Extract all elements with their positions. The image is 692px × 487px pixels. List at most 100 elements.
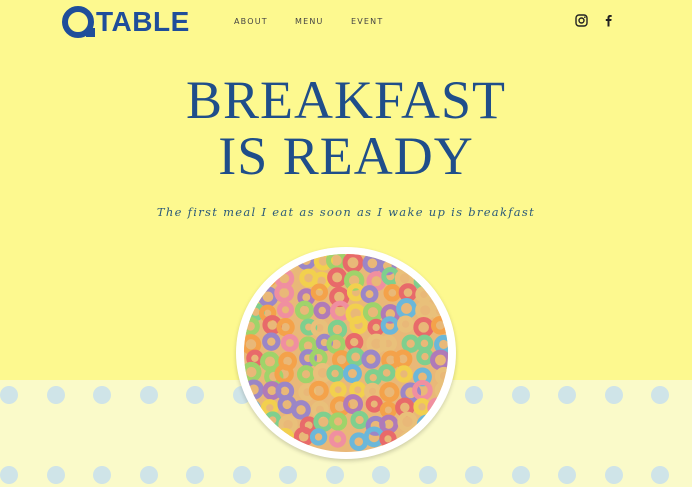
cereal-loop	[328, 430, 347, 448]
polka-dot	[558, 466, 576, 484]
polka-dot	[604, 386, 623, 404]
cereal-contents	[244, 254, 448, 452]
cereal-loop	[244, 287, 264, 307]
cereal-loop	[412, 380, 433, 401]
cereal-loop	[361, 349, 381, 369]
cereal-loop	[346, 283, 366, 302]
cereal-loop	[244, 334, 262, 355]
cereal-loop	[327, 319, 348, 340]
cereal-loop	[276, 318, 295, 337]
cereal-loop	[310, 283, 329, 301]
polka-dot	[93, 466, 111, 484]
cereal-loop	[393, 349, 413, 369]
cereal-loop	[244, 316, 260, 336]
cereal-loop	[329, 381, 347, 399]
social-links	[575, 14, 615, 27]
cereal-loop	[413, 398, 431, 416]
cereal-loop	[398, 254, 417, 271]
polka-dot	[46, 466, 65, 484]
cereal-loop	[326, 254, 347, 271]
cereal-loops	[244, 254, 448, 452]
cereal-bowl-image	[236, 247, 456, 459]
polka-dot	[558, 386, 576, 404]
polka-dot	[511, 466, 530, 484]
cereal-loop	[244, 268, 265, 289]
cereal-loop	[349, 432, 369, 452]
cereal-loop	[379, 414, 399, 434]
cereal-loop	[342, 254, 364, 274]
cereal-loop	[346, 347, 366, 367]
logo[interactable]: TABLE	[61, 4, 190, 40]
cereal-loop	[365, 395, 383, 413]
cereal-loop	[398, 283, 418, 302]
cereal-loop	[381, 266, 400, 286]
cereal-loop	[258, 267, 278, 287]
cereal-loop	[401, 334, 420, 353]
nav-menu[interactable]: MENU	[295, 16, 324, 28]
cereal-loop	[367, 318, 385, 337]
site-header: TABLE ABOUT MENU EVENT	[0, 0, 692, 44]
polka-dot	[46, 386, 65, 404]
cereal-loop	[362, 254, 383, 274]
nav-about[interactable]: ABOUT	[234, 16, 268, 28]
circle-logo-icon	[62, 6, 95, 38]
cereal-loop	[349, 315, 368, 335]
polka-dot	[232, 466, 251, 484]
cereal-loop	[261, 254, 280, 272]
hero-title: BREAKFAST IS READY	[0, 72, 692, 184]
cereal-loop	[362, 302, 384, 323]
cereal-loop	[313, 411, 334, 432]
polka-dot	[325, 466, 344, 484]
cereal-loop	[433, 269, 448, 288]
polka-dot	[418, 466, 437, 484]
cereal-loop	[345, 332, 364, 352]
cereal-loop	[413, 317, 434, 338]
cereal-loop	[263, 411, 282, 429]
cereal-loop	[364, 368, 382, 387]
cereal-loop	[343, 394, 364, 415]
polka-dot	[139, 386, 158, 404]
cereal-loop	[257, 286, 279, 308]
cereal-loop	[415, 334, 434, 353]
cereal-loop	[280, 333, 299, 352]
cereal-loop	[327, 267, 348, 288]
cereal-loop	[431, 287, 448, 306]
polka-dot	[186, 466, 204, 484]
cereal-loop	[413, 273, 431, 291]
cereal-loop	[430, 316, 448, 335]
cereal-loop	[309, 348, 328, 368]
polka-dot	[0, 466, 18, 484]
cereal-loop	[291, 400, 311, 420]
cereal-loop	[364, 382, 382, 400]
polka-dot	[604, 466, 623, 484]
cereal-loop	[415, 285, 433, 304]
cereal-loop	[342, 364, 362, 384]
cereal-loop	[429, 255, 448, 275]
cereal-loop	[377, 364, 396, 382]
polka-dot	[511, 386, 530, 404]
cereal-loop	[434, 366, 448, 386]
cereal-loop	[310, 318, 329, 337]
cereal-loop	[308, 380, 329, 401]
facebook-icon[interactable]	[602, 14, 615, 27]
cereal-loop	[245, 254, 263, 273]
cereal-loop	[360, 285, 379, 304]
polka-dot	[139, 466, 158, 484]
polka-dot	[651, 386, 669, 404]
cereal-loop	[274, 283, 295, 303]
cereal-loop	[380, 316, 400, 335]
polka-dot	[93, 386, 111, 404]
cereal-loop	[279, 254, 298, 272]
cereal-loop	[415, 300, 436, 321]
cereal-loop	[313, 301, 331, 320]
cereal-loop	[379, 401, 397, 419]
cereal-loop	[276, 301, 295, 319]
polka-dot	[186, 386, 204, 404]
instagram-icon[interactable]	[575, 14, 588, 27]
hero-title-line-2: IS READY	[218, 126, 474, 186]
hero-title-line-1: BREAKFAST	[185, 70, 507, 130]
polka-dot	[279, 466, 297, 484]
cereal-loop	[396, 298, 417, 319]
nav-event[interactable]: EVENT	[351, 16, 383, 28]
cereal-loop	[326, 364, 344, 383]
